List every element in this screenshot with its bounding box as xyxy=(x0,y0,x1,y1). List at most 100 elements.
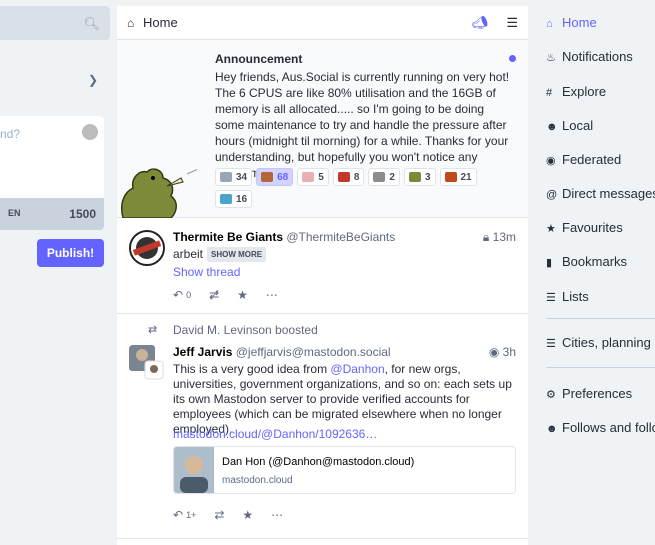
reaction-chip[interactable]: 3 xyxy=(403,168,436,186)
nav-label: Cities, planning an xyxy=(562,335,655,350)
more-icon[interactable]: ⋯ xyxy=(271,508,283,522)
list-icon: ☰ xyxy=(546,338,556,350)
reaction-emoji-icon xyxy=(220,172,232,182)
status-item[interactable]: ⇄ David M. Levinson boosted Jeff Jarvis … xyxy=(117,314,528,539)
avatar[interactable] xyxy=(129,345,165,381)
status-content: This is a very good idea from @Danhon, f… xyxy=(173,362,518,437)
nav-label: Preferences xyxy=(562,386,633,401)
nav-preferences[interactable]: ⚙ Preferences xyxy=(546,386,632,401)
reaction-emoji-icon xyxy=(220,194,232,204)
mention-link[interactable]: @Danhon xyxy=(330,362,384,376)
nav-direct-messages[interactable]: @ Direct messages xyxy=(546,186,655,201)
nav-favourites[interactable]: ★ Favourites xyxy=(546,220,623,235)
reaction-chip[interactable]: 34 xyxy=(215,168,253,186)
display-name[interactable]: Jeff Jarvis xyxy=(173,345,232,359)
show-thread-link[interactable]: Show thread xyxy=(173,265,240,280)
language-selector[interactable]: EN xyxy=(8,208,21,218)
nav-bookmarks[interactable]: ▮ Bookmarks xyxy=(546,254,627,269)
reaction-emoji-icon xyxy=(408,172,421,182)
reaction-bar: 34 68 5 8 2 3 21 16 xyxy=(215,168,515,208)
card-site: mastodon.cloud xyxy=(222,475,293,486)
nav-federated[interactable]: ◉ Federated xyxy=(546,152,621,167)
favourite-button[interactable]: ★ xyxy=(237,288,248,302)
nav-explore[interactable]: # Explore xyxy=(546,84,606,99)
announcement-body: Hey friends, Aus.Social is currently run… xyxy=(215,70,510,180)
bell-icon: ♨ xyxy=(546,52,556,64)
nav-label: Follows and follow xyxy=(562,420,655,435)
avatar[interactable] xyxy=(129,230,165,266)
reply-button[interactable]: ↶ 1+ xyxy=(173,508,196,522)
boost-disabled-icon: ⇄̸ xyxy=(209,288,220,302)
more-icon[interactable]: ⋯ xyxy=(266,288,278,302)
nav-label: Home xyxy=(562,15,597,30)
favourite-button[interactable]: ★ xyxy=(242,508,253,522)
mascot-illustration xyxy=(121,168,197,218)
search-icon: 🔍︎ xyxy=(83,16,100,31)
reaction-chip[interactable]: 8 xyxy=(332,168,365,186)
nav-local[interactable]: ☻ Local xyxy=(546,118,593,133)
compose-column: 🔍︎ ❯ nd? EN 1500 Publish! xyxy=(0,0,112,545)
navigation-panel: ⌂ Home ♨ Notifications # Explore ☻ Local ◉ Fe… xyxy=(533,0,655,545)
boost-icon: ⇄ xyxy=(148,324,158,336)
nav-label: Local xyxy=(562,118,594,133)
home-icon: ⌂ xyxy=(546,18,553,30)
megaphone-icon[interactable]: 📣︎ xyxy=(472,15,489,31)
reaction-chip[interactable]: 21 xyxy=(439,168,477,186)
nav-follow-requests[interactable]: ☻ Follows and follow xyxy=(546,420,655,435)
compose-textarea[interactable]: nd? xyxy=(0,116,104,206)
search-input[interactable]: 🔍︎ xyxy=(0,6,110,40)
hashtag-icon: # xyxy=(546,87,553,99)
reply-button[interactable]: ↶ 0 xyxy=(173,288,191,302)
status-link[interactable]: mastodon.cloud/@Danhon/1092636… xyxy=(173,427,377,442)
status-actions: ↶ 1+ ⇄ ★ ⋯ xyxy=(173,508,283,522)
publish-button[interactable]: Publish! xyxy=(37,239,104,267)
list-icon: ☰ xyxy=(546,292,556,304)
status-author[interactable]: Jeff Jarvis @jeffjarvis@mastodon.social xyxy=(173,345,391,359)
reaction-chip[interactable]: 68 xyxy=(256,168,294,186)
reaction-chip[interactable]: 5 xyxy=(297,168,329,186)
card-thumbnail xyxy=(174,447,214,493)
chevron-down-icon[interactable]: ❯ xyxy=(88,73,98,87)
nav-label: Notifications xyxy=(562,49,633,64)
home-icon: ⌂ xyxy=(127,15,135,30)
boosted-by[interactable]: David M. Levinson boosted xyxy=(173,323,318,337)
reply-icon: ↶ xyxy=(173,508,184,522)
status-author[interactable]: Thermite Be Giants @ThermiteBeGiants xyxy=(173,230,395,244)
reaction-emoji-icon xyxy=(302,172,315,182)
gear-icon: ⚙ xyxy=(546,389,556,401)
display-name[interactable]: Thermite Be Giants xyxy=(173,230,283,244)
sliders-icon[interactable]: ☰ xyxy=(506,15,518,31)
reaction-chip[interactable]: 2 xyxy=(368,168,400,186)
boost-button[interactable]: ⇄ xyxy=(214,508,224,522)
column-title[interactable]: Home xyxy=(143,15,472,30)
reaction-count: 34 xyxy=(236,171,248,183)
reaction-count: 2 xyxy=(389,171,395,183)
nav-notifications[interactable]: ♨ Notifications xyxy=(546,49,633,64)
nav-home[interactable]: ⌂ Home xyxy=(546,15,597,30)
nav-lists[interactable]: ☰ Lists xyxy=(546,289,589,304)
status-time[interactable]: 🔒︎ 13m xyxy=(483,230,516,245)
card-title: Dan Hon (@Danhon@mastodon.cloud) xyxy=(222,456,415,468)
reaction-count: 3 xyxy=(424,171,431,183)
account-handle[interactable]: @jeffjarvis@mastodon.social xyxy=(236,345,391,359)
show-more-button[interactable]: SHOW MORE xyxy=(207,247,267,262)
status-time[interactable]: ◉ 3h xyxy=(489,345,516,359)
compose-footer: EN 1500 xyxy=(0,198,104,230)
star-icon: ★ xyxy=(546,223,556,235)
globe-icon: ◉ xyxy=(546,155,556,167)
reaction-chip[interactable]: 16 xyxy=(215,190,253,208)
link-preview-card[interactable]: Dan Hon (@Danhon@mastodon.cloud) mastodo… xyxy=(173,446,516,494)
time-label: 13m xyxy=(492,230,516,244)
nav-label: Direct messages xyxy=(562,186,655,201)
nav-label: Explore xyxy=(562,84,607,99)
status-item[interactable]: Thermite Be Giants @ThermiteBeGiants 🔒︎ … xyxy=(117,218,528,314)
reaction-count: 8 xyxy=(353,171,360,183)
announcement: Announcement Hey friends, Aus.Social is … xyxy=(117,40,528,218)
nav-list-cities[interactable]: ☰ Cities, planning an xyxy=(546,335,655,350)
nav-label: Federated xyxy=(562,152,622,167)
emoji-picker-icon[interactable] xyxy=(82,124,98,140)
reply-count: 0 xyxy=(186,290,192,300)
users-icon: ☻ xyxy=(546,121,558,133)
unread-dot xyxy=(509,55,516,62)
account-handle[interactable]: @ThermiteBeGiants xyxy=(286,230,395,244)
